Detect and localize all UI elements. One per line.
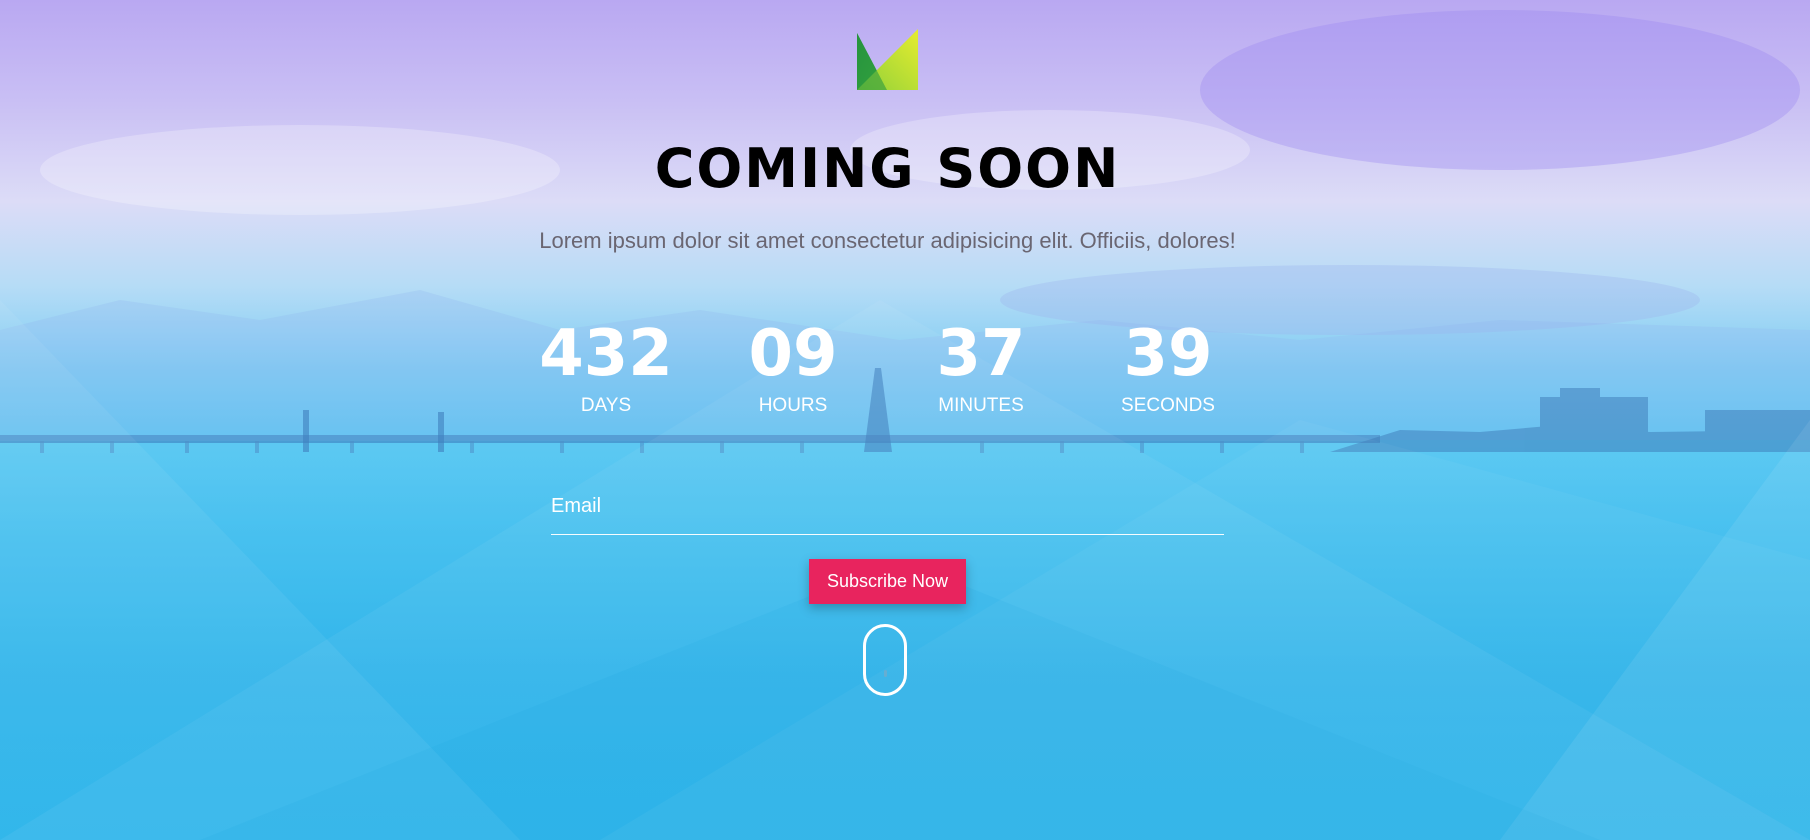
countdown-seconds-label: SECONDS xyxy=(1121,395,1215,416)
email-field-wrapper xyxy=(551,490,1224,535)
countdown-hours-label: HOURS xyxy=(758,395,828,416)
mouse-scroll-icon[interactable] xyxy=(863,624,907,696)
m-logo-icon[interactable] xyxy=(857,29,918,90)
countdown-minutes-label: MINUTES xyxy=(938,395,1024,416)
countdown-days-label: DAYS xyxy=(580,395,632,416)
countdown-hours: 09 HOURS xyxy=(698,322,888,415)
main-content: COMING SOON Lorem ipsum dolor sit amet c… xyxy=(0,0,1810,840)
subscribe-button[interactable]: Subscribe Now xyxy=(809,559,966,604)
email-field[interactable] xyxy=(551,490,1224,522)
countdown-hours-value: 09 xyxy=(748,317,838,391)
countdown-seconds: 39 SECONDS xyxy=(1073,322,1263,415)
page-title: COMING SOON xyxy=(654,137,1121,200)
countdown-days: 432 DAYS xyxy=(511,322,701,415)
countdown-days-value: 432 xyxy=(539,317,673,391)
coming-soon-page: COMING SOON Lorem ipsum dolor sit amet c… xyxy=(0,0,1810,840)
page-subtitle: Lorem ipsum dolor sit amet consectetur a… xyxy=(539,228,1236,253)
mouse-wheel xyxy=(884,670,887,677)
countdown-minutes: 37 MINUTES xyxy=(886,322,1076,415)
countdown-minutes-value: 37 xyxy=(936,317,1026,391)
countdown-seconds-value: 39 xyxy=(1123,317,1213,391)
